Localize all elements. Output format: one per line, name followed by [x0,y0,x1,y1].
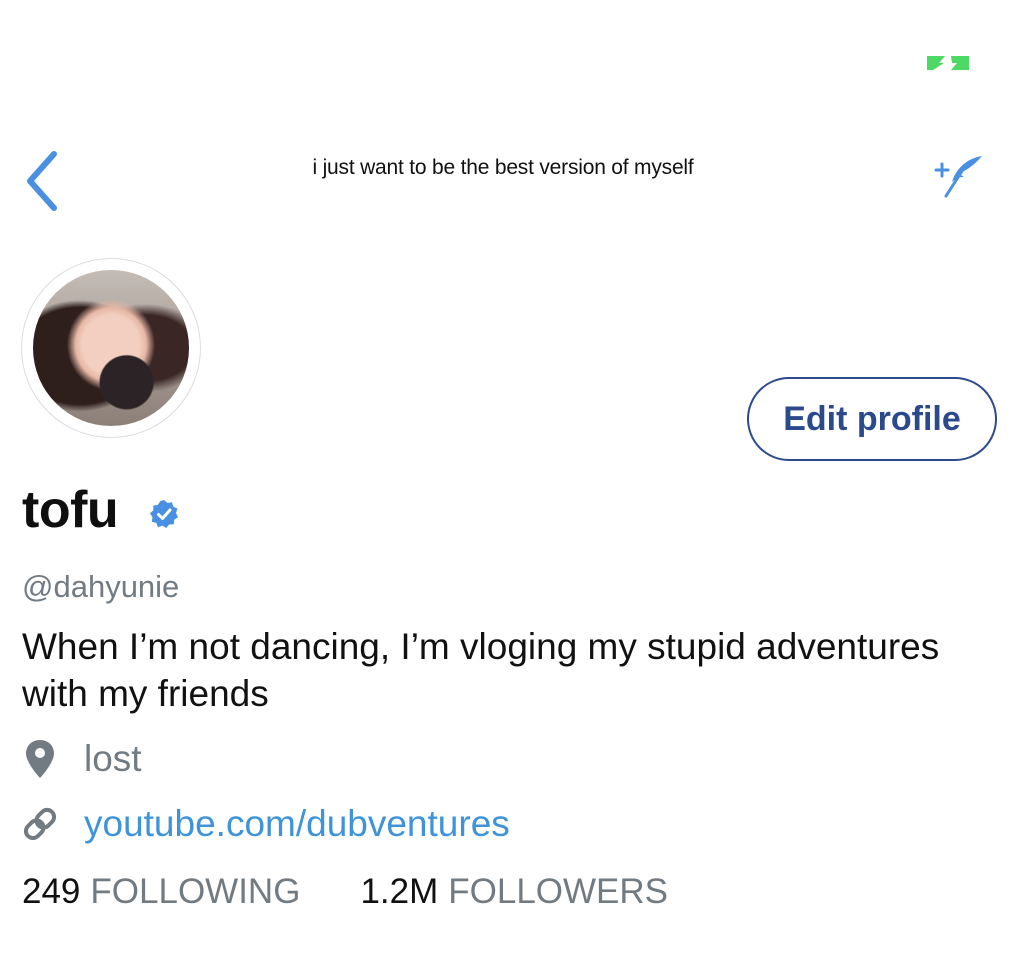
header-title: i just want to be the best version of my… [312,156,694,179]
followers-count: 1.2M [360,872,439,911]
avatar-photo [33,270,189,426]
location-pin-icon [26,740,54,778]
following-label: FOLLOWING [90,872,301,911]
followers-label: FOLLOWERS [448,872,669,911]
website-row: youtube.com/dubventures [22,803,510,845]
bio-text: When I’m not dancing, I’m vloging my stu… [22,626,940,714]
avatar[interactable] [22,259,200,437]
location-row: lost [22,738,142,780]
link-icon [23,807,57,841]
battery-charging-icon [925,53,973,73]
following-stat[interactable]: 249 FOLLOWING [22,872,300,912]
edit-profile-button[interactable]: Edit profile [747,377,997,461]
location-text: lost [84,738,142,779]
compose-feather-icon [934,156,982,198]
verified-badge-icon [148,498,180,530]
website-link[interactable]: youtube.com/dubventures [84,803,510,845]
profile-stats: 249 FOLLOWING 1.2M FOLLOWERS [22,872,668,912]
followers-stat[interactable]: 1.2M FOLLOWERS [360,872,668,912]
username-handle: @dahyunie [22,569,180,604]
chevron-left-icon [27,151,57,211]
display-name: tofu [22,481,119,539]
back-button[interactable] [22,150,62,212]
following-count: 249 [22,872,81,911]
compose-button[interactable] [930,150,986,200]
